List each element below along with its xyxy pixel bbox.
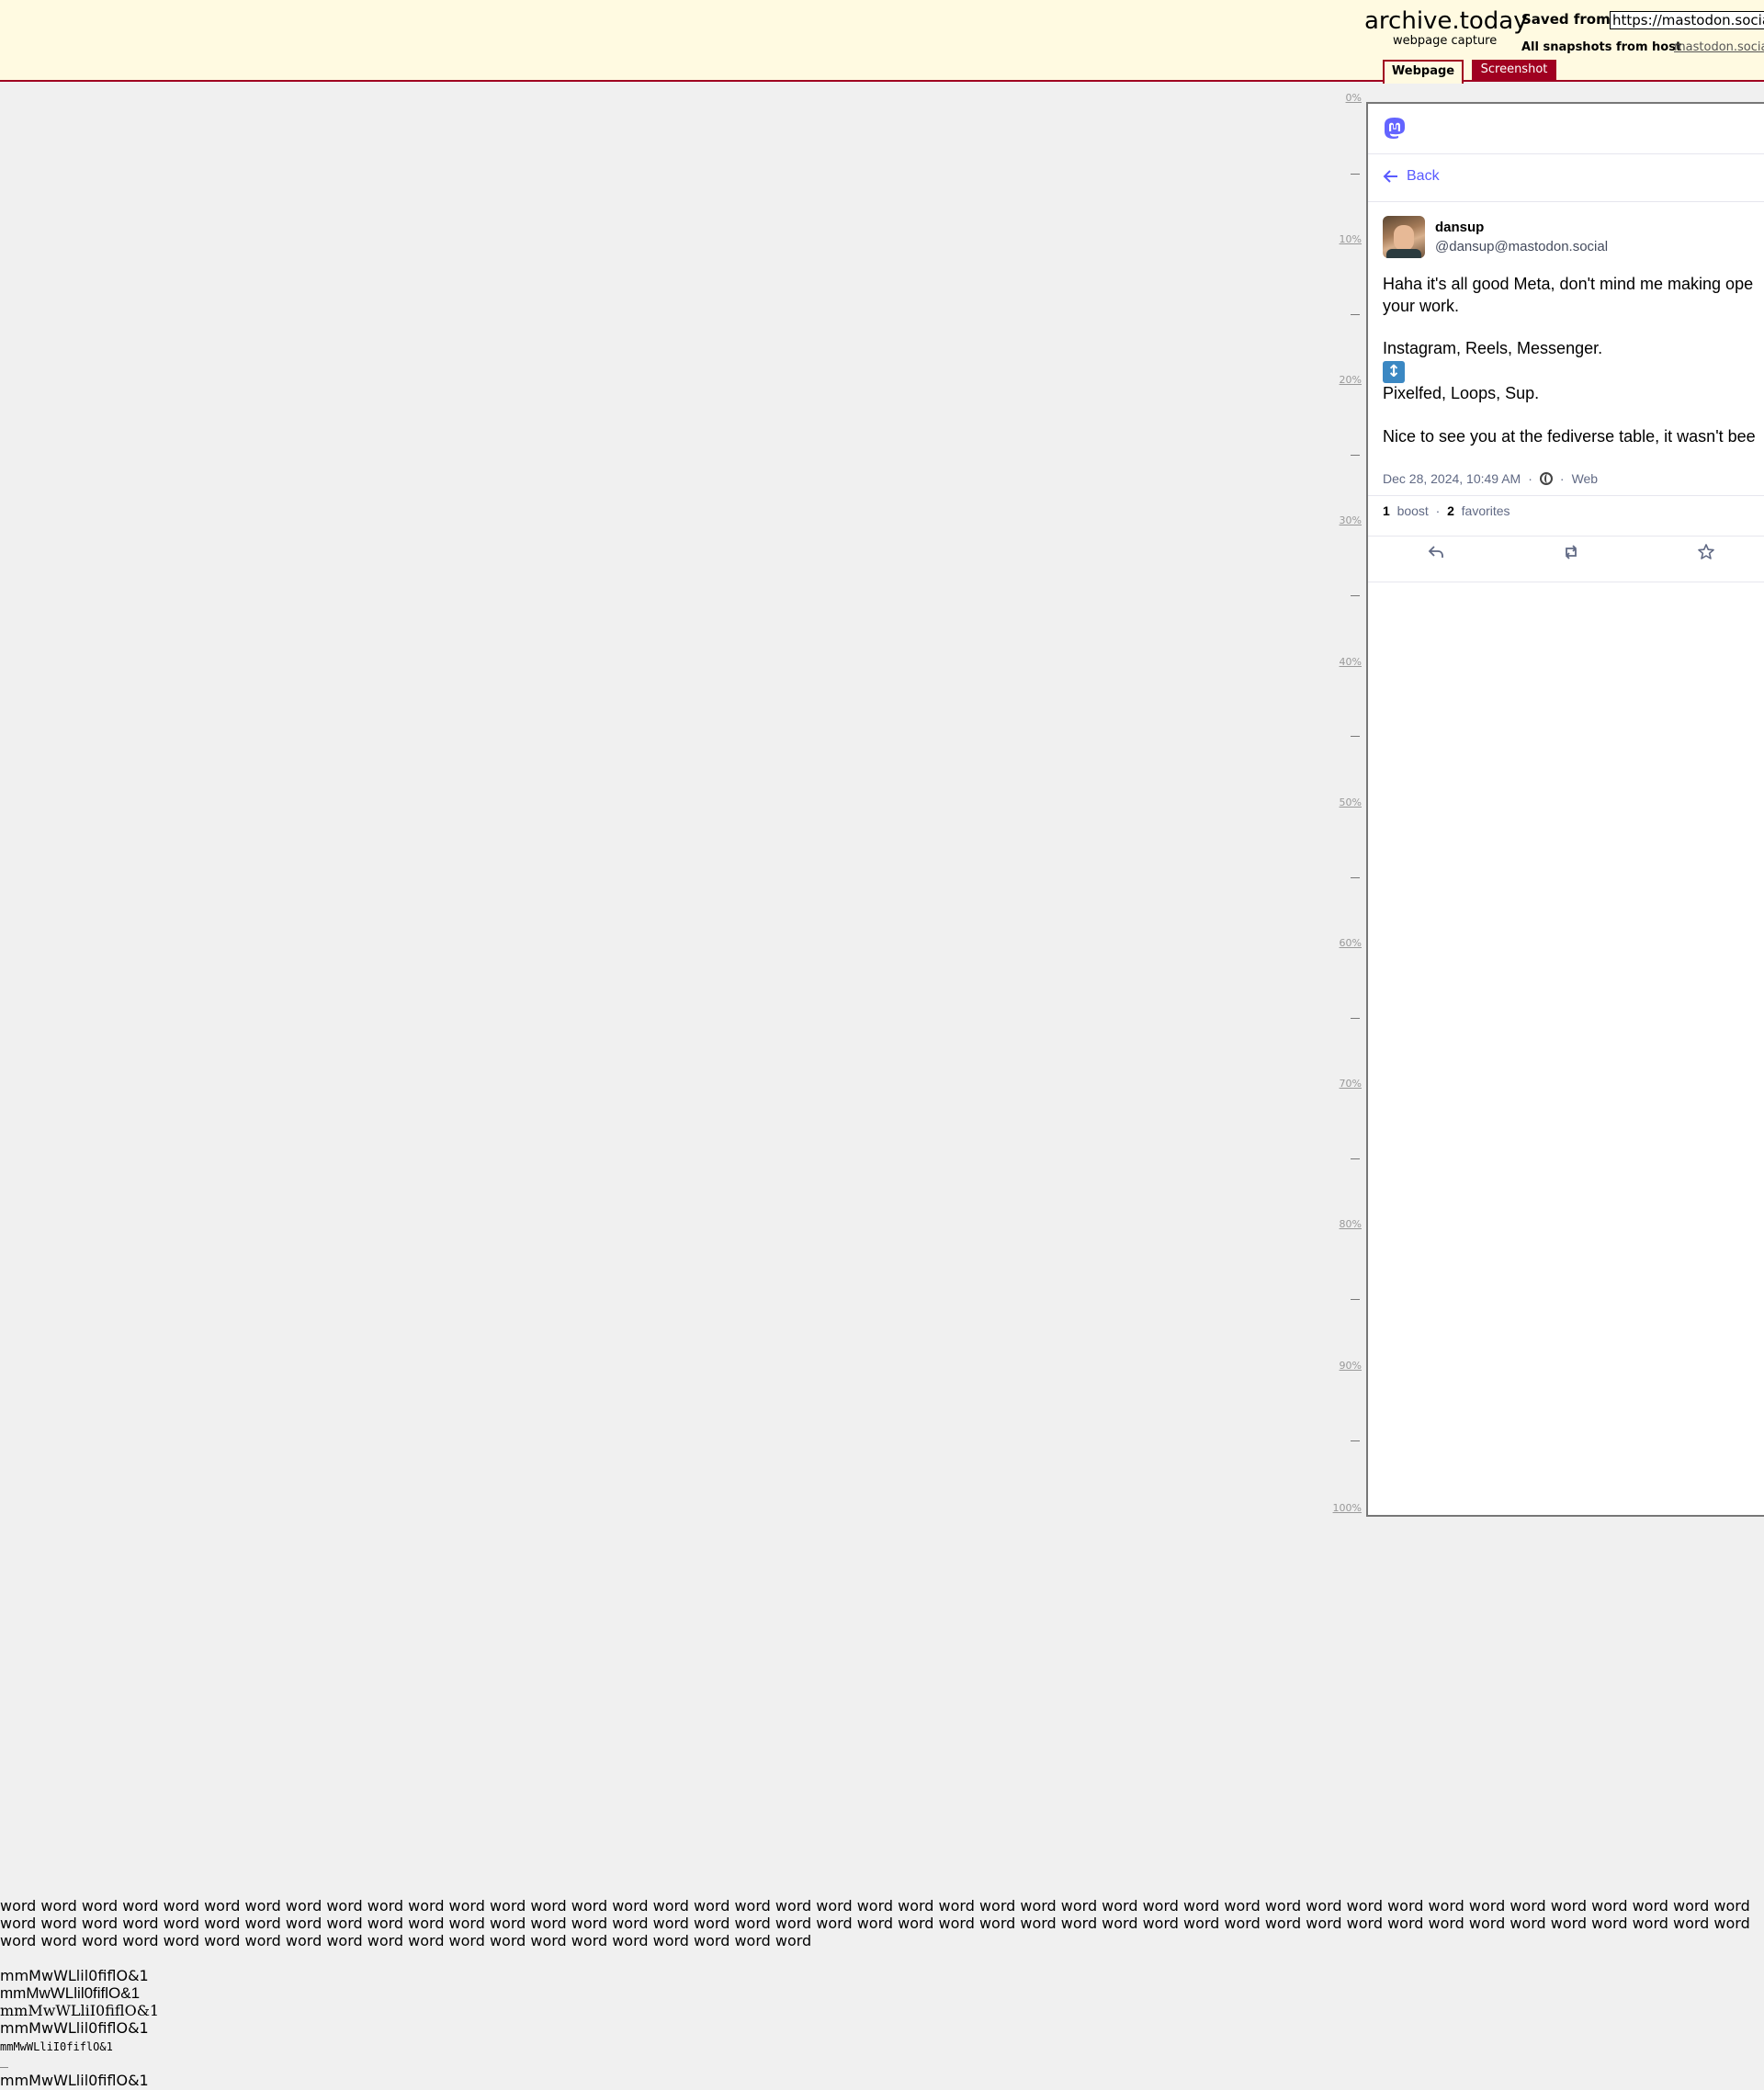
post-meta: Dec 28, 2024, 10:49 AM · · Web — [1383, 471, 1598, 486]
all-snapshots-label[interactable]: All snapshots from host — [1521, 40, 1681, 54]
saved-url-field[interactable]: https://mastodon.social/@ — [1610, 11, 1764, 29]
favorite-stat[interactable]: 2 favorites — [1447, 503, 1510, 518]
word-line: word word word word word word word word … — [0, 1897, 1750, 1915]
back-arrow-icon — [1383, 170, 1397, 183]
meta-separator: · — [1559, 471, 1565, 486]
ruler-label[interactable]: 0% — [1332, 92, 1362, 104]
archive-header: archive.today webpage capture Saved from… — [0, 0, 1764, 84]
ruler-dash — [1351, 314, 1360, 315]
ruler-label[interactable]: 90% — [1332, 1360, 1362, 1372]
post-text-line: Instagram, Reels, Messenger. — [1383, 339, 1603, 357]
tab-webpage[interactable]: Webpage — [1383, 60, 1464, 84]
archive-logo-title[interactable]: archive.today — [1364, 7, 1528, 35]
glyph-test-line: mmMwWLlil0fiflO&1 — [0, 1984, 141, 2002]
favorite-star-icon[interactable] — [1697, 543, 1715, 561]
word-line: word word word word word word word word … — [0, 1932, 812, 1949]
ruler-label[interactable]: 100% — [1332, 1502, 1362, 1514]
post-application: Web — [1571, 471, 1599, 486]
mastodon-logo-icon[interactable] — [1383, 117, 1407, 142]
boost-icon[interactable] — [1562, 543, 1580, 561]
back-button[interactable]: Back — [1383, 168, 1440, 185]
tab-screenshot[interactable]: Screenshot — [1472, 60, 1556, 82]
meta-separator: · — [1528, 471, 1532, 486]
boost-count: 1 — [1383, 503, 1390, 518]
post-text-line: Haha it's all good Meta, don't mind me m… — [1383, 275, 1754, 293]
ruler-label[interactable]: 50% — [1332, 796, 1362, 808]
ruler-label[interactable]: 60% — [1332, 937, 1362, 949]
ruler-dash — [1351, 595, 1360, 596]
glyph-test-line: mmMwWLlil0fiflO&1 — [0, 2019, 149, 2037]
glyph-test-line: mmMwWLliI0fiflO&1 — [0, 2040, 113, 2053]
captured-page-frame: Back dansup @dansup@mastodon.social Haha… — [1366, 102, 1764, 1517]
divider — [1368, 495, 1764, 496]
ruler-dash — [1351, 877, 1360, 878]
avatar[interactable] — [1383, 216, 1425, 258]
post-stats: 1 boost · 2 favorites — [1383, 503, 1510, 518]
globe-icon — [1539, 472, 1553, 485]
ruler-label[interactable]: 20% — [1332, 374, 1362, 386]
glyph-test-line: mmMwWLlil0fiflO&1 — [0, 2072, 149, 2089]
divider — [1368, 153, 1764, 154]
archive-logo-subtitle: webpage capture — [1393, 34, 1498, 48]
boost-stat[interactable]: 1 boost — [1383, 503, 1429, 518]
snapshots-host-link[interactable]: mastodon.social — [1674, 40, 1764, 54]
post-text-line: Pixelfed, Loops, Sup. — [1383, 384, 1540, 402]
ruler-dash — [1351, 455, 1360, 456]
ruler-dash — [1351, 736, 1360, 737]
ruler-label[interactable]: 80% — [1332, 1218, 1362, 1230]
favorite-label: favorites — [1461, 503, 1510, 518]
post-text-line: Nice to see you at the fediverse table, … — [1383, 427, 1756, 446]
avatar-face — [1394, 225, 1414, 251]
boost-label: boost — [1396, 503, 1429, 518]
word-line: word word word word word word word word … — [0, 1915, 1750, 1932]
ruler-label[interactable]: 10% — [1332, 233, 1362, 245]
ruler-dash — [1351, 1018, 1360, 1019]
back-label: Back — [1407, 168, 1440, 184]
divider — [1368, 536, 1764, 537]
reply-icon[interactable] — [1427, 543, 1445, 561]
glyph-test-line: mmMwWLliI0fiflO&1 — [0, 2002, 160, 2019]
account-handle[interactable]: @dansup@mastodon.social — [1435, 239, 1608, 254]
avatar-shirt — [1386, 249, 1421, 258]
glyph-test-line: mmMwWLlil0fiflO&1 — [0, 1967, 149, 1984]
post-timestamp[interactable]: Dec 28, 2024, 10:49 AM — [1383, 471, 1521, 486]
ruler-label[interactable]: 40% — [1332, 656, 1362, 668]
post-text-line: your work. — [1383, 297, 1460, 315]
ruler-dash — [1351, 1440, 1360, 1441]
up-down-arrow-emoji: ↕ — [1383, 361, 1405, 383]
display-name[interactable]: dansup — [1435, 220, 1484, 235]
dash-marker — [0, 2067, 8, 2068]
ruler-label[interactable]: 70% — [1332, 1078, 1362, 1090]
divider — [1368, 201, 1764, 202]
saved-from-label: Saved from — [1521, 11, 1611, 28]
meta-separator: · — [1435, 503, 1441, 518]
favorite-count: 2 — [1447, 503, 1454, 518]
ruler-dash — [1351, 1158, 1360, 1159]
ruler-dash — [1351, 1299, 1360, 1300]
ruler-label[interactable]: 30% — [1332, 514, 1362, 526]
ruler-dash — [1351, 174, 1360, 175]
